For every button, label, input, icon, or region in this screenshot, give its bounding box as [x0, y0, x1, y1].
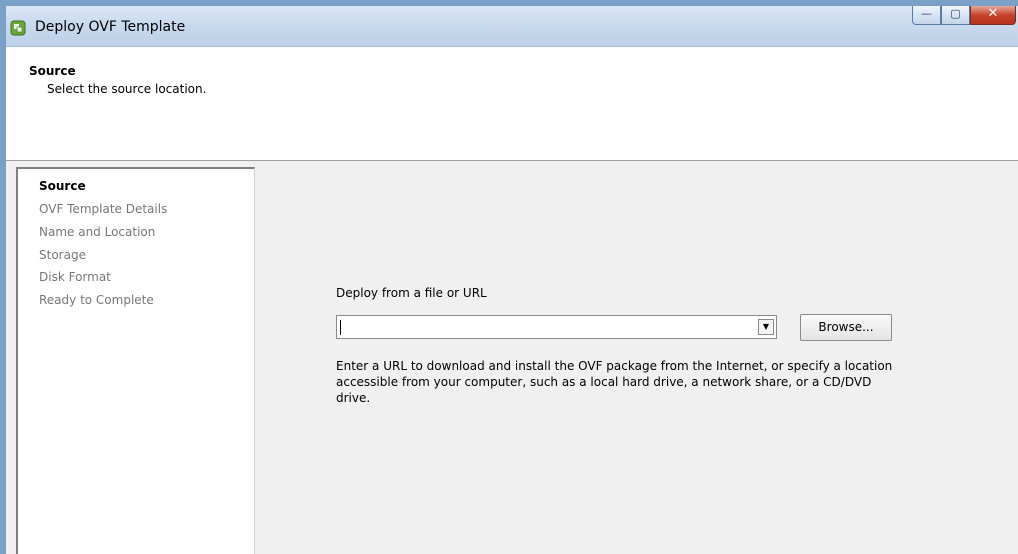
maximize-icon: ▢	[950, 7, 961, 20]
minimize-icon: —	[921, 7, 932, 20]
deploy-source-label: Deploy from a file or URL	[336, 286, 487, 300]
wizard-steps-sidebar: Source OVF Template Details Name and Loc…	[16, 167, 255, 554]
browse-button[interactable]: Browse...	[800, 314, 892, 341]
step-disk-format[interactable]: Disk Format	[39, 270, 111, 284]
title-bar[interactable]: Deploy OVF Template — ▢ ✕	[6, 6, 1018, 47]
wizard-header: Source Select the source location.	[6, 47, 1018, 161]
close-button[interactable]: ✕	[970, 6, 1016, 25]
main-content: Deploy from a file or URL ▼ Browse... En…	[254, 167, 1018, 554]
page-title: Source	[29, 64, 76, 78]
minimize-button[interactable]: —	[912, 6, 941, 25]
step-name-and-location[interactable]: Name and Location	[39, 225, 155, 239]
page-subtitle: Select the source location.	[47, 82, 207, 96]
deploy-ovf-window: Deploy OVF Template — ▢ ✕ Source Select …	[6, 6, 1018, 554]
step-source[interactable]: Source	[39, 179, 86, 193]
source-url-combobox[interactable]: ▼	[336, 315, 777, 339]
close-icon: ✕	[987, 6, 999, 21]
window-title: Deploy OVF Template	[35, 19, 186, 35]
help-text: Enter a URL to download and install the …	[336, 359, 893, 405]
maximize-button[interactable]: ▢	[941, 6, 970, 25]
window-controls: — ▢ ✕	[912, 6, 1016, 27]
text-cursor	[340, 320, 341, 335]
step-ovf-template-details[interactable]: OVF Template Details	[39, 202, 167, 216]
chevron-down-icon[interactable]: ▼	[758, 319, 774, 335]
step-storage[interactable]: Storage	[39, 248, 86, 262]
step-ready-to-complete[interactable]: Ready to Complete	[39, 293, 154, 307]
vsphere-app-icon	[10, 20, 26, 36]
